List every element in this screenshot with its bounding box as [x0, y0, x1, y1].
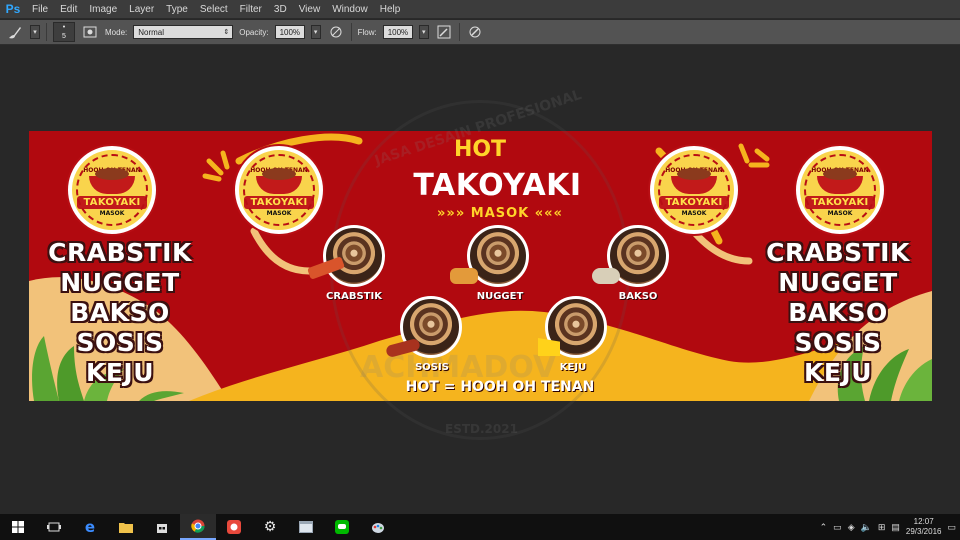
store-icon[interactable]: [144, 514, 180, 540]
masok-subtitle: »»» MASOK «««: [437, 206, 563, 221]
separator: [350, 23, 352, 41]
mode-label: Mode:: [105, 27, 128, 37]
chevron-updown-icon: ⇕: [223, 29, 230, 36]
brush-size-picker[interactable]: • 5: [53, 22, 75, 42]
menu-item-keju: KEJU: [803, 358, 873, 387]
menu-item-crabstik: CRABSTIK: [766, 238, 910, 267]
nugget-icon: [450, 268, 478, 284]
takoyaki-logo-4: HOOH OH TENAN TAKOYAKI MASOK: [796, 146, 884, 234]
food-label-bakso: BAKSO: [618, 291, 658, 302]
windows-taskbar: e ⚙ ⌃ ▭ ◈ 🔈 ⊞ ▤ 12:07 29/3/2016 ▭: [0, 514, 960, 540]
brush-size-value: 5: [62, 33, 66, 40]
menu-filter[interactable]: Filter: [234, 0, 268, 19]
flow-value: 100%: [387, 27, 409, 37]
mode-select[interactable]: Normal ⇕: [133, 25, 234, 39]
volume-icon[interactable]: 🔈: [861, 522, 872, 533]
menu-item-crabstik: CRABSTIK: [48, 238, 192, 267]
chevron-up-icon[interactable]: ⌃: [820, 522, 828, 533]
flow-dropdown[interactable]: ▾: [418, 25, 429, 39]
menu-item-sosis: SOSIS: [76, 328, 164, 357]
flow-label: Flow:: [357, 27, 377, 37]
menu-window[interactable]: Window: [326, 0, 374, 19]
battery-icon[interactable]: ▭: [833, 522, 842, 533]
brush-preset-dropdown[interactable]: ▾: [30, 25, 40, 39]
menu-select[interactable]: Select: [194, 0, 234, 19]
menu-file[interactable]: File: [26, 0, 54, 19]
wifi-icon[interactable]: ◈: [848, 522, 855, 533]
clock[interactable]: 12:07 29/3/2016: [906, 517, 942, 537]
photoshop-window: Ps File Edit Image Layer Type Select Fil…: [0, 0, 960, 540]
bakso-icon: [592, 268, 620, 284]
clock-date: 29/3/2016: [905, 527, 942, 536]
menu-item-sosis: SOSIS: [794, 328, 882, 357]
food-label-nugget: NUGGET: [476, 291, 524, 302]
line-icon[interactable]: [324, 514, 360, 540]
opacity-input[interactable]: 100%: [274, 25, 305, 39]
options-bar: ▾ • 5 Mode: Normal ⇕ Opacity: 100% ▾ Flow…: [0, 20, 960, 45]
photoshop-logo[interactable]: Ps: [0, 0, 26, 19]
menu-help[interactable]: Help: [374, 0, 407, 19]
menu-item-bakso: BAKSO: [788, 298, 888, 327]
hot-heading: HOT: [453, 137, 507, 162]
menu-list-left: CRABSTIK NUGGET BAKSO SOSIS KEJU: [30, 238, 210, 388]
clock-time: 12:07: [913, 517, 934, 526]
system-tray: ⌃ ▭ ◈ 🔈 ⊞ ▤ 12:07 29/3/2016 ▭: [820, 514, 960, 540]
flow-input[interactable]: 100%: [382, 25, 413, 39]
opacity-dropdown[interactable]: ▾: [310, 25, 321, 39]
pressure-size-icon[interactable]: [466, 23, 484, 41]
settings-icon[interactable]: ⚙: [252, 514, 288, 540]
menu-item-bakso: BAKSO: [70, 298, 170, 327]
menu-3d[interactable]: 3D: [268, 0, 293, 19]
takoyaki-logo-2: HOOH OH TENAN TAKOYAKI MASOK: [235, 146, 323, 234]
food-label-sosis: SOSIS: [415, 362, 449, 373]
menu-type[interactable]: Type: [160, 0, 194, 19]
hot-footer-text: HOT = HOOH OH TENAN: [405, 379, 595, 395]
app-red-icon[interactable]: [216, 514, 252, 540]
takoyaki-title: TAKOYAKI: [413, 168, 582, 203]
menu-item-nugget: NUGGET: [778, 268, 898, 297]
menu-edit[interactable]: Edit: [54, 0, 83, 19]
separator: [46, 23, 47, 41]
separator: [458, 23, 460, 41]
keyboard-icon[interactable]: ▤: [891, 522, 900, 533]
food-image-crabstik: [323, 225, 385, 287]
menu-image[interactable]: Image: [83, 0, 123, 19]
network-icon[interactable]: ⊞: [878, 522, 886, 533]
app-window-icon[interactable]: [288, 514, 324, 540]
menu-list-right: CRABSTIK NUGGET BAKSO SOSIS KEJU: [748, 238, 928, 388]
takoyaki-logo-1: HOOH OH TENAN TAKOYAKI MASOK: [68, 146, 156, 234]
opacity-label: Opacity:: [239, 27, 269, 37]
brush-panel-icon[interactable]: [81, 23, 99, 41]
notification-icon[interactable]: ▭: [947, 522, 956, 533]
paint-icon[interactable]: [360, 514, 396, 540]
food-label-crabstik: CRABSTIK: [326, 291, 382, 302]
chrome-icon[interactable]: [180, 514, 216, 540]
edge-icon[interactable]: e: [72, 514, 108, 540]
opacity-value: 100%: [279, 27, 301, 37]
menu-item-nugget: NUGGET: [60, 268, 180, 297]
menu-view[interactable]: View: [293, 0, 327, 19]
task-view-icon[interactable]: [36, 514, 72, 540]
menu-layer[interactable]: Layer: [123, 0, 160, 19]
menu-item-keju: KEJU: [85, 358, 155, 387]
airbrush-icon[interactable]: [435, 23, 453, 41]
menu-bar: Ps File Edit Image Layer Type Select Fil…: [0, 0, 960, 19]
windows-start-icon[interactable]: [0, 514, 36, 540]
file-explorer-icon[interactable]: [108, 514, 144, 540]
food-label-keju: KEJU: [559, 362, 587, 373]
brush-tool-icon[interactable]: [6, 23, 24, 41]
mode-value: Normal: [138, 27, 165, 37]
pressure-opacity-icon[interactable]: [327, 23, 345, 41]
takoyaki-logo-3: HOOH OH TENAN TAKOYAKI MASOK: [650, 146, 738, 234]
